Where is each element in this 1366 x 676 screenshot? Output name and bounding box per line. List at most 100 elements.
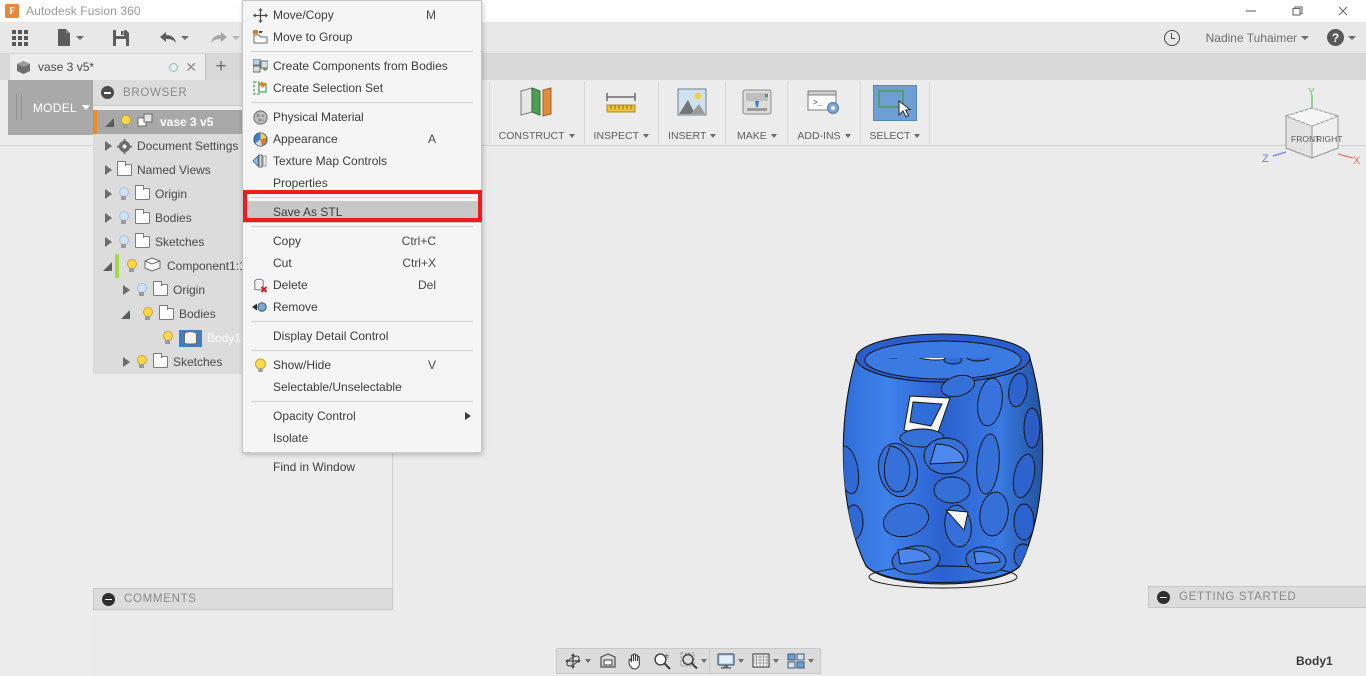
sketches-expander-icon[interactable]: [105, 237, 112, 247]
menu-item-cut[interactable]: Cut Ctrl+X: [243, 252, 481, 274]
menu-item-isolate[interactable]: Isolate: [243, 427, 481, 449]
menu-item-find-in-window[interactable]: Find in Window: [243, 456, 481, 478]
selected-body-label: Body1: [1296, 654, 1333, 668]
menu-item-save-as-stl[interactable]: Save As STL: [243, 201, 481, 223]
named-views-expander-icon[interactable]: [105, 165, 112, 175]
document-tab[interactable]: vase 3 v5* ✕: [10, 54, 206, 80]
component-sketches-expander-icon[interactable]: [123, 357, 130, 367]
app-logo-icon: F: [5, 4, 19, 18]
menu-item-display-detail-control[interactable]: Display Detail Control: [243, 325, 481, 347]
close-icon[interactable]: [1320, 0, 1366, 22]
undo-button[interactable]: [152, 22, 195, 54]
user-menu-caret-icon[interactable]: [1301, 35, 1309, 40]
new-tab-button[interactable]: +: [206, 54, 236, 80]
orbit-caret-icon[interactable]: [585, 659, 591, 663]
folder-icon: [134, 209, 150, 224]
zoom-icon[interactable]: ±: [649, 649, 675, 673]
menu-item-opacity-control[interactable]: Opacity Control: [243, 405, 481, 427]
comments-panel[interactable]: COMMENTS: [93, 588, 393, 610]
minimize-icon[interactable]: [1228, 0, 1274, 22]
workspace-switcher[interactable]: MODEL: [8, 80, 98, 135]
make-caret-icon: [770, 134, 777, 138]
comments-expand-icon[interactable]: [102, 592, 115, 606]
menu-item-properties[interactable]: Properties: [243, 172, 481, 194]
component-origin-expander-icon[interactable]: [123, 285, 130, 295]
menu-item-delete[interactable]: Delete Del: [243, 274, 481, 296]
file-menu-button[interactable]: [50, 22, 90, 54]
menu-label-find-in-window: Find in Window: [273, 460, 356, 474]
menu-item-create-selection-set[interactable]: Create Selection Set: [243, 77, 481, 99]
help-icon[interactable]: ?: [1327, 29, 1344, 46]
component-visibility-icon[interactable]: [125, 258, 138, 274]
sketches-visibility-icon[interactable]: [117, 234, 130, 250]
appearance-icon: [251, 131, 269, 147]
menu-item-copy[interactable]: Copy Ctrl+C: [243, 230, 481, 252]
menu-item-show-hide[interactable]: Show/Hide V: [243, 354, 481, 376]
doc-settings-expander-icon[interactable]: [105, 141, 112, 151]
component-origin-visibility-icon[interactable]: [135, 282, 148, 298]
ribbon-label-addins: ADD-INS: [797, 130, 851, 142]
tree-item-component-bodies-label: Bodies: [179, 307, 216, 321]
zoom-window-icon[interactable]: [676, 649, 710, 673]
bodies-expander-icon[interactable]: [105, 213, 112, 223]
model-body1[interactable]: [818, 298, 1068, 608]
origin-visibility-icon[interactable]: [117, 186, 130, 202]
viewports-caret-icon[interactable]: [808, 659, 814, 663]
redo-button[interactable]: [203, 22, 246, 54]
ribbon-group-construct[interactable]: CONSTRUCT: [490, 82, 585, 144]
browser-collapse-icon[interactable]: [101, 86, 114, 99]
body1-visibility-icon[interactable]: [161, 330, 174, 346]
construct-caret-icon: [568, 134, 575, 138]
bodies-visibility-icon[interactable]: [117, 210, 130, 226]
viewports-icon[interactable]: [783, 649, 817, 673]
ribbon-group-make[interactable]: MAKE: [726, 82, 789, 144]
folder-icon: [152, 281, 168, 296]
ribbon-group-addins[interactable]: >_ ADD-INS: [788, 82, 861, 144]
menu-shortcut-appearance: A: [427, 132, 436, 146]
component-expander-icon[interactable]: [103, 261, 112, 271]
grid-snap-icon[interactable]: [748, 649, 782, 673]
document-tab-close-icon[interactable]: ✕: [185, 60, 197, 74]
pan-hand-icon[interactable]: [622, 649, 648, 673]
root-expander-icon[interactable]: [105, 117, 114, 127]
component-bodies-expander-icon[interactable]: [121, 309, 130, 319]
menu-item-move-copy[interactable]: Move/Copy M: [243, 4, 481, 26]
look-at-icon[interactable]: [595, 649, 621, 673]
display-settings-icon[interactable]: [713, 649, 747, 673]
view-cube[interactable]: FRONT RIGHT Y X Z: [1258, 86, 1366, 186]
ribbon-group-inspect[interactable]: INSPECT: [585, 82, 660, 144]
display-settings-caret-icon[interactable]: [738, 659, 744, 663]
menu-item-texture-map-controls[interactable]: Texture Map Controls: [243, 150, 481, 172]
app-grid-icon[interactable]: [6, 22, 34, 54]
menu-item-remove[interactable]: Remove: [243, 296, 481, 318]
component-sketches-visibility-icon[interactable]: [135, 354, 148, 370]
menu-item-move-to-group[interactable]: Move to Group: [243, 26, 481, 48]
grid-snap-caret-icon[interactable]: [773, 659, 779, 663]
save-button[interactable]: [106, 22, 136, 54]
redo-caret-icon: [232, 35, 240, 40]
getting-started-panel[interactable]: GETTING STARTED: [1148, 586, 1366, 608]
root-visibility-icon[interactable]: [119, 114, 132, 130]
workspace-caret-icon: [82, 105, 90, 110]
zoom-window-caret-icon[interactable]: [701, 659, 707, 663]
history-clock-icon[interactable]: [1163, 29, 1180, 46]
menu-item-selectable-unselectable[interactable]: Selectable/Unselectable: [243, 376, 481, 398]
origin-expander-icon[interactable]: [105, 189, 112, 199]
menu-item-create-components-from-bodies[interactable]: Create Components from Bodies: [243, 55, 481, 77]
help-caret-icon[interactable]: [1348, 35, 1356, 40]
svg-text:±: ±: [665, 653, 669, 660]
user-name-label[interactable]: Nadine Tuhaimer: [1206, 31, 1297, 45]
getting-started-expand-icon[interactable]: [1157, 590, 1170, 604]
quick-access-toolbar: Nadine Tuhaimer ?: [0, 22, 1366, 54]
menu-shortcut-show-hide: V: [427, 358, 436, 372]
menu-label-isolate: Isolate: [273, 431, 309, 445]
menu-label-opacity-control: Opacity Control: [273, 409, 356, 423]
ribbon-group-select[interactable]: SELECT: [861, 82, 931, 144]
component-bodies-visibility-icon[interactable]: [141, 306, 154, 322]
menu-item-appearance[interactable]: Appearance A: [243, 128, 481, 150]
workspace-label: MODEL: [32, 100, 77, 115]
ribbon-group-insert[interactable]: INSERT: [659, 82, 727, 144]
orbit-icon[interactable]: [560, 649, 594, 673]
maximize-icon[interactable]: [1274, 0, 1320, 22]
menu-item-physical-material[interactable]: Physical Material: [243, 106, 481, 128]
